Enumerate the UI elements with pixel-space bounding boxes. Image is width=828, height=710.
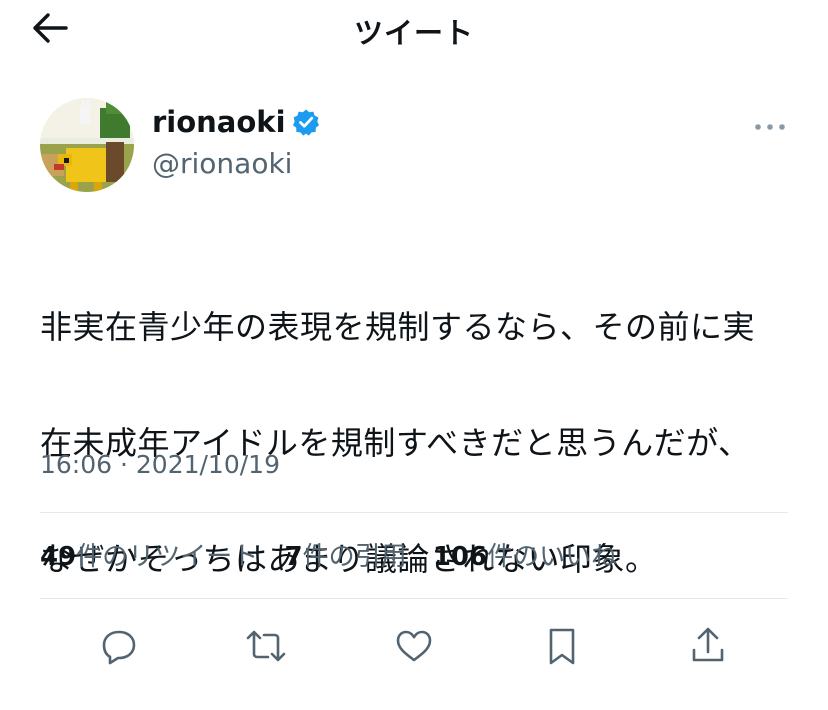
divider — [40, 598, 788, 599]
like-button[interactable] — [392, 624, 436, 668]
quote-count: 7 — [284, 542, 303, 572]
divider — [40, 512, 788, 513]
like-count: 106 — [432, 542, 488, 572]
retweet-label: 件のリツイート — [76, 542, 259, 572]
retweet-count-link[interactable]: 49件のリツイート — [40, 542, 258, 572]
engagement-stats: 49件のリツイート 7件の引用 106件のいいね — [40, 536, 635, 573]
tweet-text-line: 非実在青少年の表現を規制するなら、その前に実 — [40, 308, 756, 346]
share-icon — [692, 627, 724, 662]
top-bar: ツイート — [0, 0, 828, 56]
tweet-text: 非実在青少年の表現を規制するなら、その前に実 在未成年アイドルを規制すべきだと思… — [40, 240, 800, 646]
verified-badge-icon — [292, 108, 320, 136]
retweet-button[interactable] — [244, 624, 288, 668]
author-name-row[interactable]: rionaoki — [152, 104, 320, 140]
avatar[interactable] — [40, 98, 134, 192]
share-button[interactable] — [686, 624, 730, 668]
avatar-image — [40, 98, 134, 192]
reply-button[interactable] — [97, 624, 141, 668]
bookmark-button[interactable] — [540, 624, 584, 668]
like-count-link[interactable]: 106件のいいね — [433, 542, 617, 572]
like-icon — [396, 630, 432, 662]
like-label: 件のいいね — [487, 542, 618, 572]
retweet-icon — [246, 630, 286, 662]
display-name[interactable]: rionaoki — [152, 105, 286, 139]
quote-label: 件の引用 — [302, 542, 407, 572]
more-horizontal-icon — [755, 124, 785, 130]
reply-icon — [102, 630, 136, 665]
tweet-timestamp[interactable]: 16:06 · 2021/10/19 — [40, 450, 280, 479]
quote-count-link[interactable]: 7件の引用 — [284, 542, 406, 572]
retweet-count: 49 — [40, 542, 77, 572]
author-handle[interactable]: @rionaoki — [152, 146, 292, 182]
page-title: ツイート — [353, 16, 474, 50]
more-options-button[interactable] — [754, 118, 786, 130]
bookmark-icon — [549, 628, 575, 665]
